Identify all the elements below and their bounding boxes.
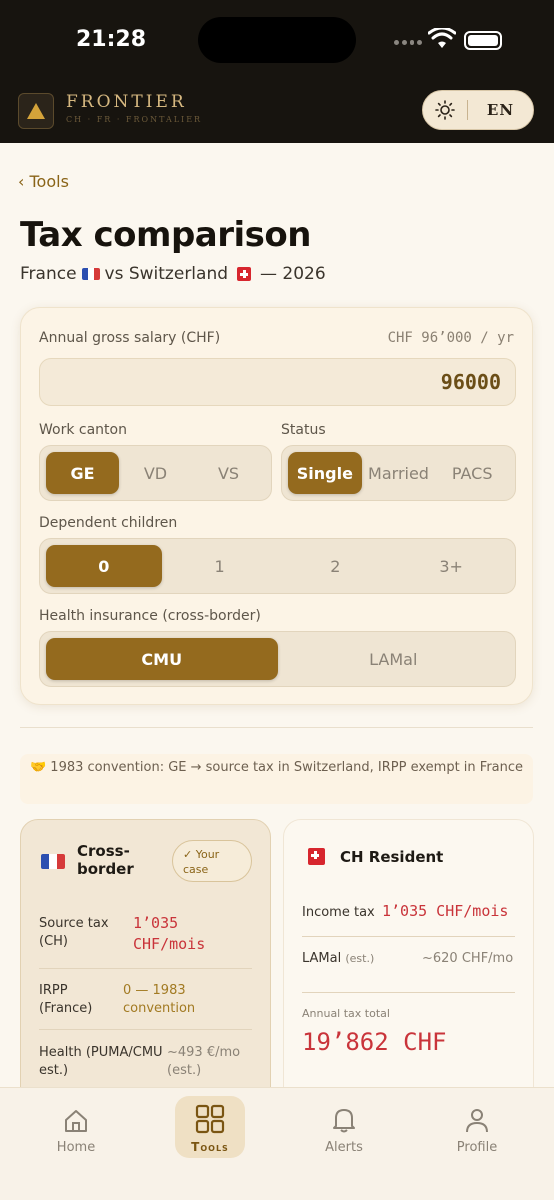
status-option-married[interactable]: Married xyxy=(362,452,436,494)
tab-alerts-label: Alerts xyxy=(325,1140,363,1155)
battery-icon xyxy=(464,31,502,50)
section-divider xyxy=(20,727,533,728)
children-selector: 0 1 2 3+ xyxy=(39,538,516,594)
salary-input[interactable]: 96000 xyxy=(39,358,516,406)
status-selector: Single Married PACS xyxy=(281,445,516,501)
annual-total-value: 19’862 CHF xyxy=(302,1028,447,1056)
ch-resident-title: CH Resident xyxy=(340,848,444,866)
lamal-est-note: (est.) xyxy=(345,952,375,965)
annual-total-label: Annual tax total xyxy=(302,1007,390,1020)
children-option-0[interactable]: 0 xyxy=(46,545,162,587)
children-option-3plus[interactable]: 3+ xyxy=(393,545,509,587)
subtitle-country-a: France xyxy=(20,264,77,284)
chevron-left-icon: ‹ xyxy=(18,172,30,191)
salary-label: Annual gross salary (CHF) xyxy=(39,330,221,346)
irpp-value: 0 — 1983 convention xyxy=(123,983,196,1016)
theme-toggle-button[interactable] xyxy=(423,100,467,120)
canton-option-vs[interactable]: VS xyxy=(192,452,265,494)
cross-border-card[interactable]: Cross-border ✓ Your case Source tax (CH)… xyxy=(20,819,271,1119)
france-flag-icon xyxy=(81,268,100,280)
language-button[interactable]: EN xyxy=(468,101,533,119)
health-cost-label: Health (PUMA/CMU est.) xyxy=(39,1045,163,1078)
switzerland-flag-icon xyxy=(237,267,252,281)
status-option-single[interactable]: Single xyxy=(288,452,362,494)
back-label: Tools xyxy=(29,172,69,191)
canton-label: Work canton xyxy=(39,422,127,438)
cellular-signal-icon xyxy=(394,40,422,48)
page-subtitle: France vs Switzerland — 2026 xyxy=(20,264,326,284)
home-icon xyxy=(65,1110,87,1132)
row-divider xyxy=(39,968,252,969)
children-option-1[interactable]: 1 xyxy=(162,545,278,587)
health-option-lamal[interactable]: LAMal xyxy=(278,638,510,680)
cross-border-title: Cross-border xyxy=(77,842,134,878)
grid-icon xyxy=(195,1104,225,1134)
switzerland-flag-icon xyxy=(308,848,325,865)
row-divider xyxy=(39,1029,252,1030)
row-divider xyxy=(302,992,515,993)
app-header: 21:28 FRONTIER CH · FR · FRONTALIER EN xyxy=(0,0,554,143)
your-case-badge: ✓ Your case xyxy=(172,840,252,882)
brand-name: FRONTIER xyxy=(66,92,187,112)
tab-profile[interactable]: Profile xyxy=(437,1100,517,1155)
canton-option-vd[interactable]: VD xyxy=(119,452,192,494)
convention-note: 🤝 1983 convention: GE → source tax in Sw… xyxy=(20,754,533,804)
tab-profile-label: Profile xyxy=(456,1140,498,1155)
status-label: Status xyxy=(281,422,326,438)
source-tax-value: 1’035 CHF/mois xyxy=(133,914,206,953)
theme-language-pill: EN xyxy=(422,90,534,130)
tax-input-card: Annual gross salary (CHF) CHF 96’000 / y… xyxy=(20,307,533,705)
back-link[interactable]: ‹ Tools xyxy=(18,172,69,191)
tab-home[interactable]: Home xyxy=(36,1100,116,1155)
children-option-2[interactable]: 2 xyxy=(278,545,394,587)
tab-home-label: Home xyxy=(56,1140,96,1155)
lamal-row-label: LAMal (est.) xyxy=(302,950,374,968)
brand-tagline: CH · FR · FRONTALIER xyxy=(66,115,203,124)
status-option-pacs[interactable]: PACS xyxy=(435,452,509,494)
health-selector: CMU LAMal xyxy=(39,631,516,687)
subtitle-year: — 2026 xyxy=(260,264,326,284)
health-cost-value: ~493 €/mo (est.) xyxy=(167,1045,241,1078)
lamal-label: LAMal xyxy=(302,951,342,966)
children-label: Dependent children xyxy=(39,515,178,531)
canton-option-ge[interactable]: GE xyxy=(46,452,119,494)
health-option-cmu[interactable]: CMU xyxy=(46,638,278,680)
wifi-icon xyxy=(428,28,456,48)
lamal-value: ~620 CHF/mo xyxy=(422,951,514,966)
source-tax-label: Source tax (CH) xyxy=(39,916,109,949)
bottom-tab-bar: Home Tools Alerts Profile xyxy=(0,1087,554,1200)
health-label: Health insurance (cross-border) xyxy=(39,608,261,624)
user-icon xyxy=(466,1109,488,1133)
status-time: 21:28 xyxy=(76,27,147,52)
income-tax-value: 1’035 CHF/mois xyxy=(382,902,509,920)
page-title: Tax comparison xyxy=(20,215,311,255)
france-flag-icon xyxy=(41,854,65,869)
tab-alerts[interactable]: Alerts xyxy=(304,1100,384,1155)
irpp-label: IRPP (France) xyxy=(39,983,93,1016)
brand-logo-icon xyxy=(18,93,54,129)
row-divider xyxy=(302,936,515,937)
sun-icon xyxy=(435,100,455,120)
income-tax-label: Income tax xyxy=(302,905,375,920)
tab-tools[interactable]: Tools xyxy=(170,1100,250,1154)
canton-selector: GE VD VS xyxy=(39,445,272,501)
dynamic-island xyxy=(198,17,356,63)
ch-resident-card[interactable]: CH Resident Income tax 1’035 CHF/mois LA… xyxy=(283,819,534,1119)
salary-readout: CHF 96’000 / yr xyxy=(387,330,514,346)
tab-tools-label: Tools xyxy=(191,1140,229,1154)
bell-icon xyxy=(333,1109,355,1133)
subtitle-vs: vs Switzerland xyxy=(104,264,229,284)
